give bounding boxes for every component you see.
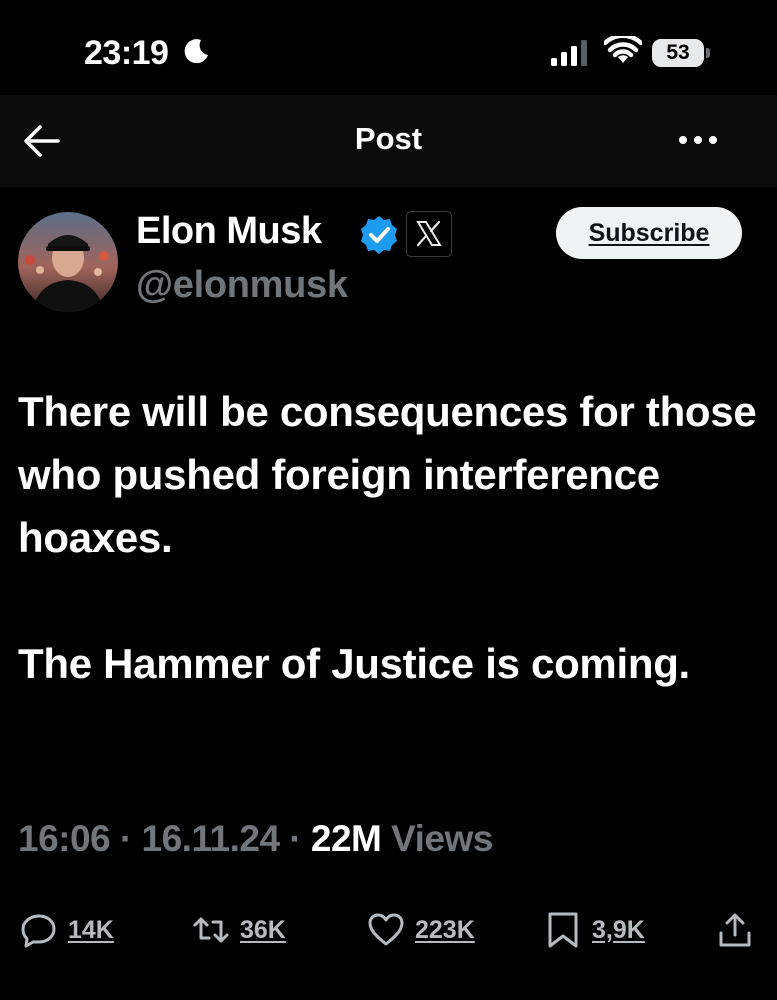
bookmark-count: 3,9K — [592, 915, 645, 944]
repost-button[interactable]: 36K — [192, 900, 286, 960]
avatar[interactable] — [18, 212, 118, 312]
post-date: 16.11.24 — [141, 818, 280, 859]
battery-level: 53 — [666, 41, 690, 64]
post-meta: 16:06 · 16.11.24 · 22M Views — [18, 818, 493, 859]
views-count[interactable]: 22M — [311, 818, 382, 859]
share-icon — [719, 913, 751, 947]
page-title: Post — [354, 121, 423, 156]
repost-icon — [193, 917, 229, 943]
status-time: 23:19 — [84, 34, 169, 72]
moon-icon — [184, 39, 208, 64]
post-time: 16:06 — [18, 818, 111, 859]
post-paragraph: There will be consequences for those who… — [18, 388, 757, 561]
views-label: Views — [391, 818, 493, 859]
like-button[interactable]: 223K — [367, 900, 475, 960]
heart-icon — [368, 913, 404, 946]
action-bar: 14K 36K 223K 3,9K — [0, 900, 777, 960]
reply-icon — [21, 914, 56, 948]
post-text: There will be consequences for those who… — [18, 380, 758, 695]
like-count: 223K — [415, 915, 475, 944]
x-logo-icon[interactable] — [406, 211, 452, 257]
post-paragraph: The Hammer of Justice is coming. — [18, 640, 690, 687]
bookmark-icon — [548, 912, 578, 948]
share-button[interactable] — [716, 900, 754, 960]
nav-header: Post — [0, 95, 777, 187]
battery-icon: 53 — [652, 39, 710, 67]
bookmark-button[interactable]: 3,9K — [544, 900, 645, 960]
repost-count: 36K — [240, 915, 286, 944]
reply-count: 14K — [68, 915, 114, 944]
status-bar: 23:19 53 — [0, 0, 777, 95]
wifi-icon — [604, 36, 642, 63]
reply-button[interactable]: 14K — [20, 900, 114, 960]
author-handle[interactable]: @elonmusk — [136, 264, 348, 307]
signal-icon — [551, 40, 587, 66]
author-name[interactable]: Elon Musk — [136, 210, 322, 253]
subscribe-button[interactable]: Subscribe — [556, 207, 742, 259]
verified-badge-icon[interactable] — [358, 214, 400, 256]
more-horizontal-icon[interactable] — [676, 125, 720, 155]
